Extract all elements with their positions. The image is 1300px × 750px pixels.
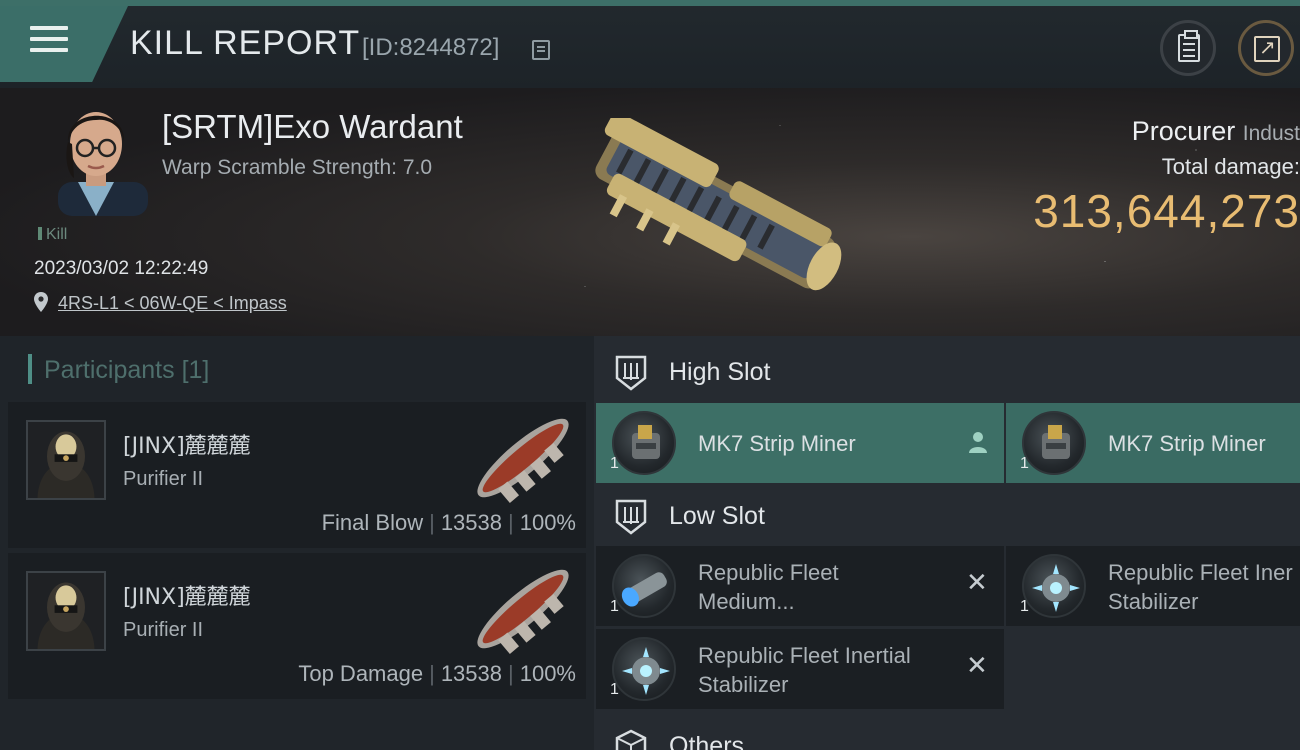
participant-damage: 13538: [440, 661, 502, 686]
others-icon: [615, 729, 647, 750]
module-name: Republic Fleet Medium...: [698, 560, 839, 614]
victim-portrait[interactable]: [38, 98, 154, 216]
module-name: MK7 Strip Miner: [698, 431, 856, 456]
participant-role: Top Damage: [298, 661, 424, 686]
participant-stats: Final Blow | 13538 | 100%: [321, 510, 576, 535]
inertial-stabilizer-icon: [612, 637, 676, 701]
module-high-1[interactable]: 1 MK7 Strip Miner: [596, 403, 1004, 483]
participants-title: Participants [1]: [44, 356, 210, 384]
participant-percent: 100%: [519, 661, 576, 686]
close-icon[interactable]: ✕: [966, 653, 988, 679]
module-name: Republic Fleet Iner Stabilizer: [1108, 560, 1293, 614]
inertial-stabilizer-icon: [1022, 554, 1086, 618]
location-link[interactable]: 4RS-L1 < 06W-QE < Impass: [58, 293, 287, 314]
total-damage-value: 313,644,273: [1033, 185, 1300, 237]
participant-row[interactable]: [JINX]麓麓麓 Purifier II Top Damage | 13538 | 1…: [8, 553, 586, 699]
low-slot-icon: [615, 499, 647, 535]
total-damage-label: Total damage:: [1161, 154, 1300, 179]
module-quantity: 1: [1020, 455, 1029, 472]
module-quantity: 1: [610, 455, 619, 472]
high-slot-label: High Slot: [669, 358, 771, 386]
participant-ship-image: [477, 569, 569, 654]
others-header: Others: [594, 714, 1300, 750]
participant-ship: Purifier II: [123, 619, 204, 641]
participant-damage: 13538: [440, 510, 502, 535]
module-quantity: 1: [610, 681, 619, 698]
victim-name[interactable]: [SRTM]Exo Wardant: [162, 108, 463, 146]
participant-ship: Purifier II: [123, 468, 204, 490]
share-button[interactable]: [1238, 20, 1294, 76]
participant-name[interactable]: [JINX]麓麓麓: [123, 579, 251, 611]
share-icon: [1254, 35, 1280, 62]
clipboard-icon: [1178, 30, 1200, 62]
module-low-3[interactable]: 1 Republic Fleet Inertial Stabilizer ✕: [596, 629, 1004, 709]
low-slot-label: Low Slot: [669, 502, 765, 530]
victim-ship-image: [595, 118, 842, 291]
kill-datetime: 2023/03/02 12:22:49: [34, 258, 209, 279]
victim-banner: [SRTM]Exo Wardant Warp Scramble Strength…: [0, 88, 1300, 336]
victim-ship-name[interactable]: Procurer Indust: [1132, 116, 1300, 147]
module-quantity: 1: [1020, 598, 1029, 615]
menu-icon[interactable]: [30, 26, 68, 58]
participants-header: Participants [1]: [0, 336, 594, 400]
module-name: Republic Fleet Inertial Stabilizer: [698, 643, 911, 697]
module-low-2[interactable]: 1 Republic Fleet Iner Stabilizer: [1006, 546, 1300, 626]
page-title: KILL REPORT: [130, 24, 361, 62]
ship-name-text: Procurer: [1131, 116, 1236, 146]
ship-class-text: Indust: [1242, 122, 1300, 145]
high-slot-icon: [615, 355, 647, 391]
strip-miner-icon: [1022, 411, 1086, 475]
module-low-1[interactable]: 1 Republic Fleet Medium... ✕: [596, 546, 1004, 626]
victim-subtitle: Warp Scramble Strength: 7.0: [162, 156, 433, 179]
participants-count: [1]: [181, 356, 210, 384]
close-icon[interactable]: ✕: [966, 570, 988, 596]
participants-panel: Participants [1] [JINX]麓麓麓 Purifier II F…: [0, 336, 594, 750]
person-icon: [969, 432, 987, 453]
low-slot-header: Low Slot: [594, 484, 1300, 548]
report-button[interactable]: [1160, 20, 1216, 76]
participant-stats: Top Damage | 13538 | 100%: [298, 661, 576, 686]
strip-miner-icon: [612, 411, 676, 475]
participant-avatar[interactable]: [26, 571, 106, 651]
participant-name[interactable]: [JINX]麓麓麓: [123, 428, 251, 460]
module-high-2[interactable]: 1 MK7 Strip Miner: [1006, 403, 1300, 483]
participant-ship-image: [477, 418, 569, 503]
participant-avatar[interactable]: [26, 420, 106, 500]
participant-percent: 100%: [519, 510, 576, 535]
report-id: [ID:8244872]: [362, 34, 500, 61]
participant-role: Final Blow: [321, 510, 424, 535]
module-quantity: 1: [610, 598, 619, 615]
kill-tag: Kill: [38, 226, 67, 244]
module-name: MK7 Strip Miner: [1108, 431, 1266, 456]
high-slot-header: High Slot: [594, 340, 1300, 404]
location-pin-icon: [34, 292, 48, 312]
republic-fleet-medium-icon: [612, 554, 676, 618]
fitting-panel: High Slot 1 MK7 Strip Miner 1 MK7 Strip …: [594, 336, 1300, 750]
copy-icon[interactable]: [532, 40, 550, 60]
header-bar: KILL REPORT [ID:8244872]: [0, 0, 1300, 88]
participant-row[interactable]: [JINX]麓麓麓 Purifier II Final Blow | 13538 | 1…: [8, 402, 586, 548]
others-label: Others: [669, 732, 745, 750]
header-accent-line: [0, 0, 1300, 6]
